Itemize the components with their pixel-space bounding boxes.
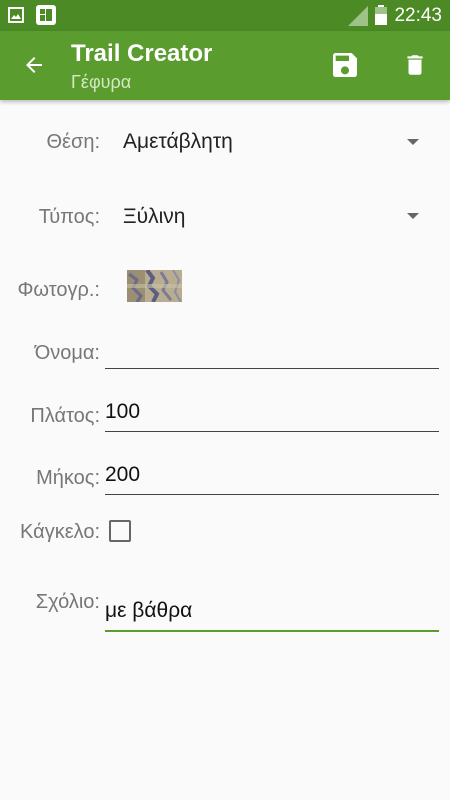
photo-label: Φωτογρ.:	[17, 279, 100, 301]
name-label: Όνομα:	[34, 342, 100, 364]
length-input-value: 200	[105, 463, 141, 486]
length-input[interactable]: 200	[105, 460, 439, 495]
position-label: Θέση:	[46, 131, 101, 153]
comment-input[interactable]: με βάθρα	[105, 596, 439, 632]
position-dropdown-icon[interactable]	[407, 139, 419, 145]
length-label: Μήκος:	[36, 467, 100, 489]
railing-checkbox[interactable]	[109, 520, 131, 542]
width-input[interactable]: 100	[105, 397, 439, 432]
trash-icon[interactable]	[402, 50, 428, 80]
app-bar: Trail Creator Γέφυρα	[0, 31, 450, 100]
gallery-icon	[8, 7, 24, 23]
app-notification-icon	[36, 5, 56, 25]
app-subtitle: Γέφυρα	[71, 72, 132, 92]
type-dropdown-icon[interactable]	[407, 213, 419, 219]
photo-thumbnail[interactable]	[127, 270, 182, 302]
railing-label: Κάγκελο:	[20, 521, 100, 543]
photo-image	[127, 270, 182, 302]
battery-icon	[375, 5, 387, 25]
clock: 22:43	[394, 5, 442, 26]
width-input-value: 100	[105, 400, 141, 423]
comment-input-value: με βάθρα	[105, 599, 193, 622]
arrow-left-icon[interactable]	[22, 53, 46, 77]
position-spinner-value[interactable]: Αμετάβλητη	[123, 130, 233, 154]
width-label: Πλάτος:	[30, 405, 100, 427]
type-spinner-value[interactable]: Ξύλινη	[123, 205, 185, 229]
signal-icon	[348, 6, 368, 26]
status-bar: 22:43	[0, 0, 450, 31]
name-input[interactable]	[105, 334, 439, 369]
comment-label: Σχόλιο:	[35, 591, 100, 613]
type-label: Τύπος:	[38, 206, 100, 228]
floppy-disk-icon[interactable]	[329, 49, 361, 81]
app-title: Trail Creator	[71, 40, 213, 67]
